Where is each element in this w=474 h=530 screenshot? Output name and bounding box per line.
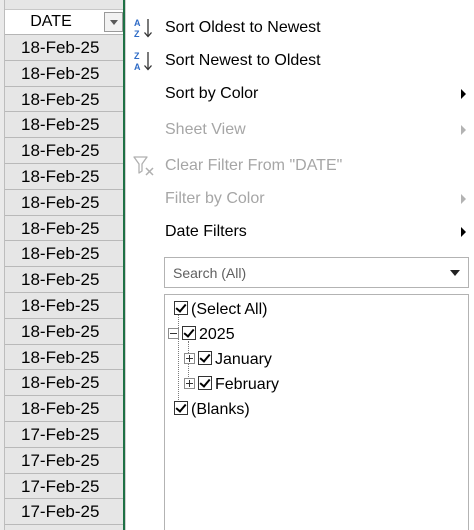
date-cell[interactable]: 18-Feb-25 (5, 396, 123, 422)
date-cell[interactable]: 18-Feb-25 (5, 370, 123, 397)
date-cell[interactable]: 18-Feb-25 (5, 138, 123, 164)
menu-item-label: Sheet View (165, 121, 246, 138)
menu-item-clear-filter: Clear Filter From "DATE" (126, 151, 474, 181)
tree-item-year[interactable]: 2025 (168, 325, 235, 345)
submenu-arrow-icon (461, 227, 466, 237)
date-cell[interactable]: 17-Feb-25 (5, 499, 123, 526)
tree-item-label: January (215, 351, 272, 368)
checkbox-checked-icon[interactable] (182, 326, 196, 340)
menu-item-label: Filter by Color (165, 190, 265, 207)
date-cell[interactable]: 18-Feb-25 (5, 164, 123, 190)
tree-item-label: February (215, 376, 280, 393)
submenu-arrow-icon (461, 125, 466, 135)
menu-item-label: Clear Filter From "DATE" (165, 157, 343, 174)
checkbox-checked-icon[interactable] (198, 376, 212, 390)
menu-item-label: Date Filters (165, 223, 247, 240)
sort-descending-icon: Z A (132, 49, 156, 73)
expand-icon[interactable] (184, 353, 195, 364)
search-input[interactable] (165, 258, 445, 287)
search-dropdown-icon[interactable] (450, 270, 460, 276)
menu-item-date-filters[interactable]: Date Filters (126, 217, 474, 247)
date-cell[interactable]: 17-Feb-25 (5, 422, 123, 448)
checkbox-checked-icon[interactable] (174, 401, 188, 415)
column-header-label: DATE (30, 13, 72, 30)
date-cell[interactable]: 18-Feb-25 (5, 190, 123, 216)
svg-text:A: A (134, 18, 141, 28)
date-cell[interactable]: 18-Feb-25 (5, 216, 123, 242)
tree-item-label: (Blanks) (191, 401, 250, 418)
date-cell[interactable]: 18-Feb-25 (5, 241, 123, 268)
menu-item-sort-newest[interactable]: Z A Sort Newest to Oldest (126, 46, 474, 76)
svg-text:A: A (134, 62, 141, 72)
tree-item-february[interactable]: February (184, 375, 279, 395)
date-cell[interactable]: 18-Feb-25 (5, 319, 123, 345)
date-cell[interactable]: 18-Feb-25 (5, 61, 123, 87)
date-cell[interactable]: 18-Feb-25 (5, 267, 123, 293)
tree-item-label: (Select All) (191, 301, 268, 318)
menu-item-filter-by-color: Filter by Color (126, 184, 474, 214)
sort-ascending-icon: A Z (132, 16, 156, 40)
date-cell[interactable]: 18-Feb-25 (5, 293, 123, 319)
menu-item-label: Sort Oldest to Newest (165, 19, 321, 36)
column-header-cell[interactable]: DATE (5, 9, 123, 35)
filter-dropdown-button[interactable] (104, 12, 123, 32)
menu-item-label: Sort Newest to Oldest (165, 52, 321, 69)
collapse-icon[interactable] (168, 328, 179, 339)
filter-value-tree: (Select All) 2025 January February (Blan… (164, 294, 469, 530)
tree-item-label: 2025 (199, 326, 235, 343)
submenu-arrow-icon (461, 194, 466, 204)
date-cell[interactable]: 17-Feb-25 (5, 448, 123, 474)
date-cells: 18-Feb-25 18-Feb-25 18-Feb-25 18-Feb-25 … (5, 35, 123, 526)
menu-item-sheet-view: Sheet View (126, 115, 474, 145)
date-cell[interactable]: 18-Feb-25 (5, 345, 123, 371)
search-box[interactable] (164, 257, 469, 288)
expand-icon[interactable] (184, 378, 195, 389)
checkbox-checked-icon[interactable] (198, 351, 212, 365)
tree-item-blanks[interactable]: (Blanks) (174, 400, 250, 420)
menu-item-sort-by-color[interactable]: Sort by Color (126, 79, 474, 109)
tree-item-january[interactable]: January (184, 350, 272, 370)
date-cell[interactable]: 18-Feb-25 (5, 87, 123, 113)
menu-item-label: Sort by Color (165, 85, 259, 102)
date-cell[interactable]: 18-Feb-25 (5, 35, 123, 61)
svg-text:Z: Z (134, 51, 140, 61)
svg-text:Z: Z (134, 29, 140, 39)
autofilter-menu: A Z Sort Oldest to Newest Z A Sort Newes… (125, 0, 474, 530)
menu-item-sort-oldest[interactable]: A Z Sort Oldest to Newest (126, 13, 474, 43)
tree-item-select-all[interactable]: (Select All) (174, 300, 267, 320)
submenu-arrow-icon (461, 89, 466, 99)
clear-filter-icon (132, 154, 156, 178)
date-column: DATE 18-Feb-25 18-Feb-25 18-Feb-25 18-Fe… (0, 0, 125, 530)
date-cell[interactable]: 17-Feb-25 (5, 474, 123, 500)
date-cell[interactable]: 18-Feb-25 (5, 112, 123, 139)
checkbox-checked-icon[interactable] (174, 301, 188, 315)
